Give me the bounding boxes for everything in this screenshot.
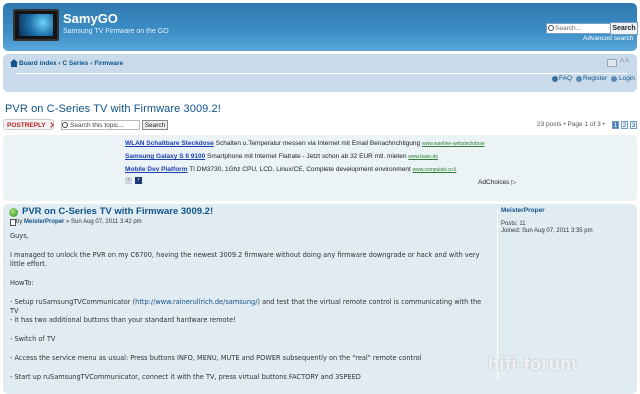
topic-title[interactable]: PVR on C-Series TV with Firmware 3009.2!	[5, 103, 221, 115]
ad-url[interactable]: www.base.de	[408, 154, 438, 160]
post-title[interactable]: PVR on C-Series TV with Firmware 3009.2!	[22, 206, 213, 217]
breadcrumb-separator: ‹	[58, 60, 61, 67]
search-icon	[62, 122, 68, 128]
print-icon[interactable]	[607, 59, 617, 67]
search-button[interactable]: Search	[610, 22, 638, 35]
author-joined: Joined: Sun Aug 07, 2011 3:35 pm	[501, 228, 593, 234]
ad-item[interactable]: Mobile Dev Platform TI DM3730, 1Ghz CPU,…	[125, 166, 456, 173]
ad-text: TI DM3730, 1Ghz CPU, LCD, Linux/CE, Comp…	[189, 166, 411, 173]
breadcrumb-firmware[interactable]: Firmware	[94, 60, 123, 67]
post-paragraph: HowTo:	[10, 279, 34, 287]
ad-prev-button[interactable]: ‹	[125, 177, 132, 184]
ad-text: Smartphone mit Internet Flatrate - Jetzt…	[207, 153, 407, 160]
post-paragraph: - it has two additional buttons than you…	[10, 316, 236, 324]
ad-url[interactable]: www.compulab.co.il	[412, 167, 456, 173]
breadcrumb-c-series[interactable]: C Series	[62, 60, 88, 67]
page-2[interactable]: 2	[621, 121, 628, 129]
breadcrumb-board-index[interactable]: Board index	[19, 60, 57, 67]
ad-title[interactable]: WLAN Schaltbare Steckdose	[125, 140, 214, 147]
site-description: Samsung TV Firmware on the GO	[63, 28, 169, 35]
author-post-count: Posts: 11	[501, 221, 526, 227]
ad-item[interactable]: WLAN Schaltbare Steckdose Schalten u.Tem…	[125, 140, 485, 147]
tv-logo-icon[interactable]	[13, 9, 59, 41]
post-text: - Setup ruSamsungTVCommunicator (	[10, 298, 136, 306]
post-paragraph: - Access the service menu as usual: Pres…	[10, 354, 422, 362]
ad-next-button[interactable]: ›	[135, 177, 142, 184]
post-paragraph: - Setup ruSamsungTVCommunicator (http://…	[10, 298, 490, 316]
post-paragraph: I managed to unlock the PVR on my C6700,…	[10, 251, 480, 268]
register-icon	[576, 76, 582, 82]
font-size-icon[interactable]: A A	[620, 58, 629, 64]
adchoices-link[interactable]: AdChoices ▷	[478, 178, 516, 186]
post-paragraph: Guys,	[10, 232, 29, 240]
site-title[interactable]: SamyGO	[63, 11, 118, 26]
post-date: » Sun Aug 07, 2011 3:42 pm	[66, 219, 142, 225]
pagination-text: 23 posts • Page 1 of 3 •	[537, 121, 605, 128]
reply-icon	[48, 122, 54, 128]
ad-url[interactable]: www.waehke-websteckdose	[422, 141, 485, 147]
site-header: SamyGO Samsung TV Firmware on the GO Sea…	[3, 3, 638, 51]
post-body: Guys, I managed to unlock the PVR on my …	[10, 232, 490, 392]
post-status-icon	[9, 208, 18, 217]
post-reply-label: POSTREPLY	[7, 122, 46, 129]
communicator-link[interactable]: http://www.rainerullrich.de/samsung/	[135, 298, 257, 306]
post-author-link[interactable]: MeisterProper	[24, 219, 64, 225]
topic-search-button[interactable]: Search	[142, 120, 168, 130]
search-input[interactable]: Search...	[546, 23, 618, 34]
faq-icon	[552, 76, 558, 82]
search-icon	[548, 25, 554, 31]
topic-search-input[interactable]: Search this topic...	[61, 120, 140, 130]
page-3[interactable]: 3	[630, 121, 637, 129]
post-by: by	[16, 219, 23, 225]
page-1[interactable]: 1	[612, 121, 619, 129]
watermark: hifi-forum	[488, 354, 577, 374]
post-paragraph: - Start up ruSamsungTVCommunicator, conn…	[10, 373, 361, 381]
register-link[interactable]: Register	[583, 75, 607, 82]
ad-title[interactable]: Samsung Galaxy S II 9100	[125, 153, 205, 160]
tv-screen	[19, 14, 53, 36]
navbar: Board index ‹ C Series ‹ Firmware A A FA…	[3, 54, 637, 92]
navbar-divider	[15, 73, 627, 74]
advanced-search-link[interactable]: Advanced search	[583, 35, 633, 42]
post-reply-button[interactable]: POSTREPLY	[3, 119, 54, 130]
ad-text: Schalten u.Temperatur messen via Interne…	[215, 140, 421, 147]
login-icon	[611, 76, 617, 82]
ad-title[interactable]: Mobile Dev Platform	[125, 166, 187, 173]
faq-link[interactable]: FAQ	[559, 75, 572, 82]
post-paragraph: - Switch of TV	[10, 335, 56, 343]
adchoices-label: AdChoices	[478, 179, 510, 186]
login-link[interactable]: Login	[619, 75, 635, 82]
post-meta: by MeisterProper » Sun Aug 07, 2011 3:42…	[16, 219, 142, 225]
author-name[interactable]: MeisterProper	[501, 207, 545, 214]
breadcrumb-separator: ‹	[90, 60, 93, 67]
breadcrumb: Board index ‹ C Series ‹ Firmware	[19, 60, 123, 67]
home-icon	[10, 59, 18, 67]
ad-item[interactable]: Samsung Galaxy S II 9100 Smartphone mit …	[125, 153, 438, 160]
